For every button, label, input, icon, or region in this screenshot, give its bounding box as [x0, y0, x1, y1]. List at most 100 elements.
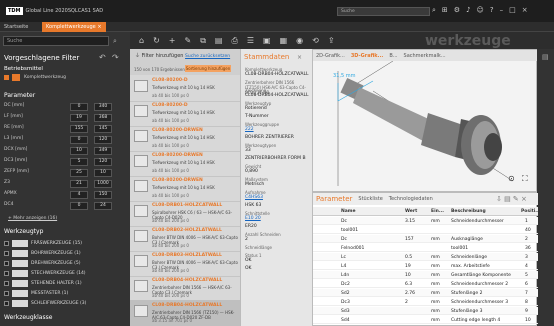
result-item[interactable]: CL08-80200-D Tiefwerkzeug mit 10 kg 14 HS…	[130, 75, 240, 102]
param-min-input[interactable]: 4	[70, 191, 88, 199]
tooltype-item[interactable]: BOHRWERKZEUGE (1)	[4, 250, 126, 258]
tab-parameter[interactable]: Parameter	[316, 195, 352, 203]
redo-icon[interactable]: ↷	[112, 53, 119, 62]
result-item[interactable]: CL08-80200-DRWEN Tiefwerkzeug mit 10 kg 1…	[130, 150, 240, 177]
wrench-icon[interactable]: ⚙	[454, 6, 460, 15]
add-filter-button[interactable]: ⏚ Filter hinzufügen Suche zurücksetzen	[135, 52, 230, 59]
table-row[interactable]: Dc 3.15 mm Schneidendurchmesser 1	[313, 217, 538, 225]
param-min-input[interactable]: 5	[70, 158, 88, 166]
tab-b[interactable]: B...	[389, 53, 397, 59]
user-icon[interactable]: ☺	[477, 6, 484, 15]
tool-3d-model[interactable]	[313, 61, 538, 193]
table-row[interactable]: Felnod001 tool001 36	[313, 244, 538, 252]
field-value[interactable]: 222	[245, 127, 311, 132]
param-min-input[interactable]: 155	[70, 125, 88, 133]
save-icon[interactable]: ▣	[263, 36, 271, 45]
minimize-icon[interactable]: –	[500, 6, 504, 15]
table-row[interactable]: Sd2 2.76 mm Stufenlänge 2 7	[313, 289, 538, 297]
param-min-input[interactable]: 0	[70, 136, 88, 144]
param-min-input[interactable]: 0	[70, 103, 88, 111]
param-min-input[interactable]: 19	[70, 114, 88, 122]
param-max-input[interactable]: 120	[94, 158, 112, 166]
param-min-input[interactable]: 10	[70, 147, 88, 155]
table-row[interactable]: Dc 157 mm Ausknaglänge 2	[313, 235, 538, 243]
col-position[interactable]: Positi...	[521, 209, 540, 214]
document-icon[interactable]: ▤	[215, 36, 223, 45]
param-max-input[interactable]: 349	[94, 147, 112, 155]
list-icon[interactable]: ☰	[247, 36, 254, 45]
tooltype-item[interactable]: MESSTASTER (1)	[4, 290, 126, 298]
tooltype-item[interactable]: DREHWERKZEUGE (5)	[4, 260, 126, 268]
col-value[interactable]: Wert	[405, 209, 417, 214]
param-max-input[interactable]: 368	[94, 114, 112, 122]
global-search-input[interactable]: Suche	[337, 7, 430, 16]
table-row[interactable]: tool001 40	[313, 226, 538, 234]
export-icon[interactable]: ⇪	[328, 36, 335, 45]
param-min-input[interactable]: 21	[70, 180, 88, 188]
param-max-input[interactable]: 145	[94, 125, 112, 133]
tooltype-item[interactable]: STEHENDE HALTER (1)	[4, 280, 126, 288]
result-item[interactable]: CL08-80200-DRWEN Tiefwerkzeug mit 10 kg 1…	[130, 125, 240, 152]
close-icon[interactable]: ×	[522, 6, 528, 15]
table-row[interactable]: L4 19 mm max. Arbeitstiefe 4	[313, 262, 538, 270]
table-row[interactable]: Dc3 2 mm Schneidendurchmesser 3 8	[313, 298, 538, 306]
result-item[interactable]: CL08-DRB04-HOLZCATWALL Zentrierbohrer DIN…	[130, 300, 240, 326]
undo-icon[interactable]: ↶	[99, 53, 106, 62]
result-item[interactable]: CL08-DRB02-HOLZLATWALL Bohrer BTW DIN 400…	[130, 225, 240, 252]
tooltype-checkbox[interactable]	[4, 261, 9, 266]
param-min-input[interactable]: 0	[70, 202, 88, 210]
tooltype-checkbox[interactable]	[4, 291, 9, 296]
result-item[interactable]: CL08-80200-D Tiefwerkzeug mit 10 kg 14 HS…	[130, 100, 240, 127]
param-max-input[interactable]: 150	[94, 191, 112, 199]
table-row[interactable]: Lc 0.5 mm Schneidenlänge 3	[313, 253, 538, 261]
param-max-input[interactable]: 24	[94, 202, 112, 210]
table-row[interactable]: Ldn 10 mm Gesamtlänge Komponente 5	[313, 271, 538, 279]
close-icon[interactable]: ×	[297, 54, 302, 61]
edit-icon[interactable]: ✎	[184, 36, 191, 45]
tab-2d-graphic[interactable]: 2D-Grafik...	[316, 53, 345, 59]
tab-startseite[interactable]: Startseite	[0, 22, 32, 32]
add-icon[interactable]: +	[169, 36, 176, 45]
search-icon[interactable]: ⌕	[432, 6, 436, 15]
param-max-input[interactable]: 120	[94, 136, 112, 144]
param-max-input[interactable]: 1000	[94, 180, 112, 188]
table-row[interactable]: Dc2 6.3 mm Schneidendurchmesser 2 6	[313, 280, 538, 288]
field-value[interactable]: C4HS63	[245, 195, 311, 200]
result-item[interactable]: CL08-DRB03-HOLZLATWALL Bohrer BTW DIN 400…	[130, 250, 240, 277]
more-params-link[interactable]: + Mehr anzeigen (16)	[8, 216, 57, 221]
tab-characteristics[interactable]: Sachmerkmalk...	[404, 53, 446, 59]
help-icon[interactable]: ?	[490, 6, 494, 15]
result-item[interactable]: CL08-80200-DRWEN Tiefwerkzeug mit 10 kg 1…	[130, 175, 240, 202]
copy-icon[interactable]: ⧉	[200, 36, 206, 46]
col-description[interactable]: Beschreibung	[451, 209, 486, 214]
tooltype-item[interactable]: SCHLEIFWERKZEUGE (3)	[4, 300, 126, 308]
tooltype-checkbox[interactable]	[4, 251, 9, 256]
param-max-input[interactable]: 340	[94, 103, 112, 111]
panel-icon[interactable]: ▤	[542, 53, 549, 61]
tooltype-item[interactable]: FRÄSWERKZEUGE (15)	[4, 240, 126, 248]
tooltype-checkbox[interactable]	[4, 271, 9, 276]
table-row[interactable]: Sd4 mm Cutting edge length 4 10	[313, 316, 538, 324]
col-name[interactable]: Name	[341, 209, 356, 214]
print-icon[interactable]: ⎙	[231, 36, 237, 46]
fit-view-icon[interactable]: ⊙	[508, 174, 515, 183]
search-icon[interactable]: ⌕	[113, 37, 117, 46]
filter-search-input[interactable]: Suche	[3, 36, 109, 46]
tab-3d-graphic[interactable]: 3D-Grafik...	[351, 53, 383, 59]
table-icon[interactable]: ▦	[280, 36, 288, 45]
result-item[interactable]: CL08-DRB01-HOLZCATWALL Spiralbohrer HSK C…	[130, 200, 240, 227]
bell-icon[interactable]: ♪	[466, 6, 470, 15]
sync-icon[interactable]: ⟲	[312, 36, 319, 45]
fullscreen-icon[interactable]: ⛶	[522, 174, 528, 184]
refresh-icon[interactable]: ↻	[153, 36, 160, 45]
tab-komplettwerkzeuge[interactable]: Komplettwerkzeuge ×	[42, 22, 106, 32]
home-icon[interactable]: ⌂	[139, 36, 144, 45]
result-item[interactable]: CL08-DRB04-HOLZCATWALL Zentrierbohrer DIN…	[130, 275, 240, 302]
view-icon[interactable]: ◉	[296, 36, 303, 45]
tab-technology[interactable]: Technologiedaten	[389, 196, 433, 202]
maximize-icon[interactable]: □	[509, 6, 516, 15]
col-unit[interactable]: Ein...	[431, 209, 444, 214]
tooltype-checkbox[interactable]	[4, 241, 9, 246]
tooltype-checkbox[interactable]	[4, 281, 9, 286]
tab-bom[interactable]: Stückliste	[358, 196, 382, 202]
